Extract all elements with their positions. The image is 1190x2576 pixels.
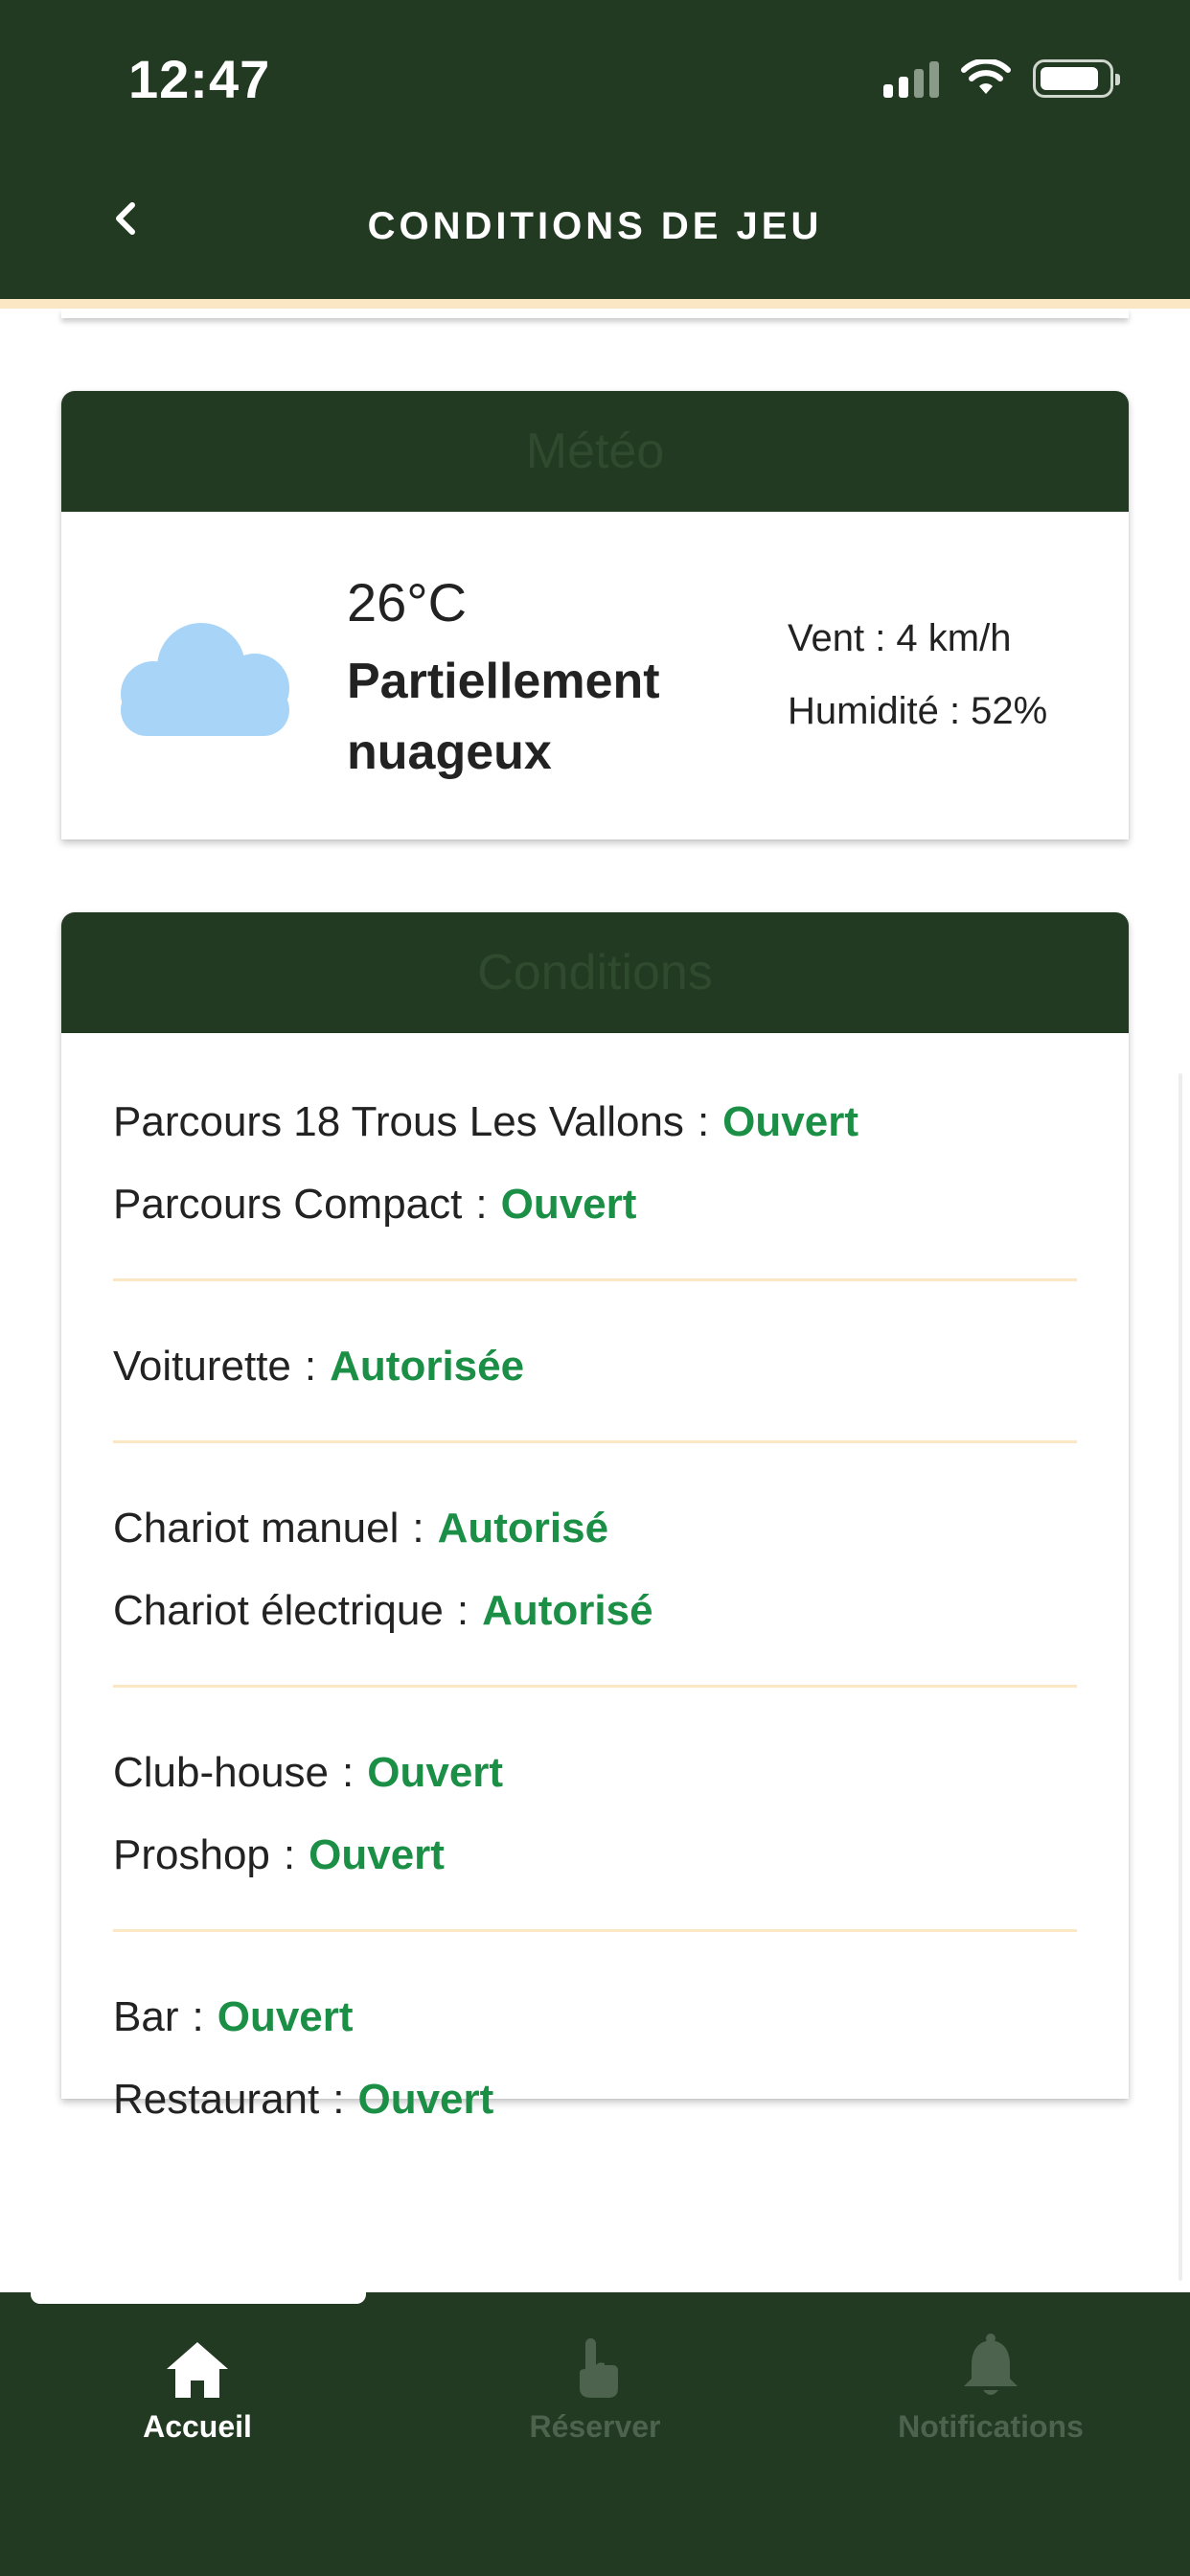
condition-row: Parcours Compact: Ouvert	[113, 1163, 1077, 1246]
wind-speed: Vent : 4 km/h	[788, 617, 1012, 659]
condition-separator: :	[475, 1181, 488, 1228]
condition-group-facilities: Club-house: Ouvert Proshop: Ouvert	[113, 1688, 1077, 1932]
tab-indicator	[31, 2288, 366, 2304]
signal-icon	[883, 59, 939, 98]
temperature: 26°C	[347, 572, 468, 632]
tab-label: Réserver	[529, 2409, 661, 2444]
condition-row: Bar: Ouvert	[113, 1976, 1077, 2058]
condition-row: Chariot électrique: Autorisé	[113, 1570, 1077, 1652]
condition-label: Bar	[113, 1993, 179, 2040]
scrollbar[interactable]	[1179, 1073, 1182, 2281]
previous-card-edge	[61, 309, 1129, 318]
condition-row: Proshop: Ouvert	[113, 1814, 1077, 1897]
tab-label: Notifications	[898, 2409, 1084, 2444]
bottom-tab-bar: Accueil Réserver Notifications	[0, 2292, 1190, 2576]
condition-label: Chariot électrique	[113, 1587, 444, 1634]
condition-label: Proshop	[113, 1831, 270, 1878]
condition-status: Ouvert	[500, 1181, 637, 1228]
humidity: Humidité : 52%	[788, 690, 1048, 732]
condition-status: Autorisé	[482, 1587, 653, 1634]
condition-row: Voiturette: Autorisée	[113, 1325, 1077, 1408]
condition-group-carts: Voiturette: Autorisée	[113, 1281, 1077, 1443]
condition-row: Parcours 18 Trous Les Vallons: Ouvert	[113, 1081, 1077, 1163]
condition-group-dining: Bar: Ouvert Restaurant: Ouvert	[113, 1932, 1077, 2174]
condition-status: Autorisée	[330, 1343, 525, 1390]
condition-status: Ouvert	[357, 2076, 494, 2123]
home-icon	[167, 2342, 228, 2398]
condition-row: Chariot manuel: Autorisé	[113, 1487, 1077, 1570]
weather-card-title: Météo	[61, 391, 1129, 512]
status-icons	[883, 58, 1120, 100]
condition-status: Ouvert	[217, 1993, 354, 2040]
tab-reserver[interactable]: Réserver	[451, 2331, 739, 2445]
tab-label: Accueil	[143, 2409, 252, 2444]
page-title: CONDITIONS DE JEU	[367, 205, 823, 247]
condition-separator: :	[456, 1587, 469, 1634]
conditions-list: Parcours 18 Trous Les Vallons: Ouvert Par…	[61, 1033, 1129, 2174]
condition-separator: :	[283, 1831, 296, 1878]
weather-card: Météo 26°C Partiellement nuageux Vent : …	[61, 391, 1129, 840]
condition-group-trolleys: Chariot manuel: Autorisé Chariot électriq…	[113, 1443, 1077, 1688]
screen: 12:47 CONDITIONS DE JEU Météo 26°C Parti…	[0, 0, 1190, 2576]
condition-separator: :	[412, 1505, 424, 1552]
conditions-card-title: Conditions	[61, 912, 1129, 1033]
conditions-card: Conditions Parcours 18 Trous Les Vallons…	[61, 912, 1129, 2123]
condition-separator: :	[332, 2076, 345, 2123]
condition-label: Voiturette	[113, 1343, 291, 1390]
tab-accueil[interactable]: Accueil	[54, 2331, 341, 2445]
condition-status: Autorisé	[437, 1505, 609, 1552]
app-header: 12:47 CONDITIONS DE JEU	[0, 0, 1190, 299]
battery-icon	[1033, 59, 1120, 98]
condition-label: Restaurant	[113, 2076, 320, 2123]
condition-separator: :	[342, 1749, 355, 1796]
condition-separator: :	[697, 1098, 710, 1145]
condition-row: Club-house: Ouvert	[113, 1732, 1077, 1814]
condition-label: Parcours 18 Trous Les Vallons	[113, 1098, 684, 1145]
status-time: 12:47	[128, 49, 271, 109]
condition-label: Chariot manuel	[113, 1505, 400, 1552]
condition-row: Restaurant: Ouvert	[113, 2058, 1077, 2141]
header-accent-bar	[0, 299, 1190, 309]
condition-separator: :	[192, 1993, 204, 2040]
weather-condition: Partiellement nuageux	[347, 654, 660, 780]
tap-hand-icon	[580, 2338, 618, 2398]
wifi-icon	[961, 59, 1011, 94]
condition-status: Ouvert	[309, 1831, 445, 1878]
bell-icon	[964, 2334, 1018, 2395]
tab-notifications[interactable]: Notifications	[847, 2331, 1134, 2445]
cloud-icon	[121, 623, 289, 736]
condition-separator: :	[304, 1343, 317, 1390]
condition-group-courses: Parcours 18 Trous Les Vallons: Ouvert Par…	[113, 1033, 1077, 1281]
condition-label: Club-house	[113, 1749, 330, 1796]
weather-body: 26°C Partiellement nuageux Vent : 4 km/h…	[61, 512, 1129, 840]
condition-status: Ouvert	[367, 1749, 504, 1796]
condition-status: Ouvert	[722, 1098, 858, 1145]
condition-label: Parcours Compact	[113, 1181, 463, 1228]
